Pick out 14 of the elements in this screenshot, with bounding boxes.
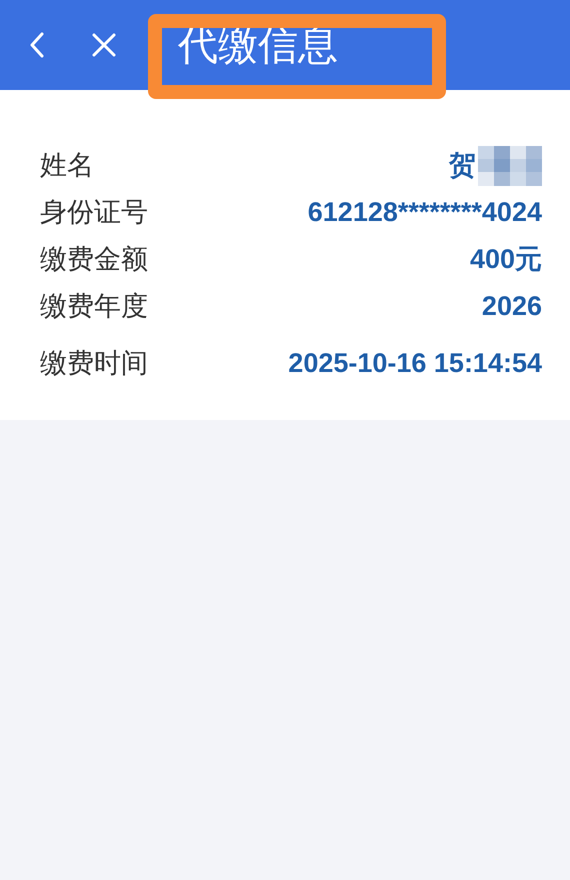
field-value: 612128********4024 <box>308 196 542 230</box>
field-label: 缴费金额 <box>40 243 148 276</box>
field-value: 贺 <box>449 149 476 182</box>
blurred-text <box>478 146 542 186</box>
page-title: 代缴信息 <box>178 26 338 66</box>
field-value: 2025-10-16 15:14:54 <box>288 347 542 380</box>
field-value: 2026 <box>482 290 542 324</box>
field-label: 姓名 <box>40 149 94 182</box>
field-value: 400元 <box>470 243 542 276</box>
back-icon <box>29 32 45 58</box>
close-icon <box>92 33 116 57</box>
field-label: 缴费年度 <box>40 290 148 324</box>
field-label: 身份证号 <box>40 196 148 230</box>
field-label: 缴费时间 <box>40 347 148 380</box>
